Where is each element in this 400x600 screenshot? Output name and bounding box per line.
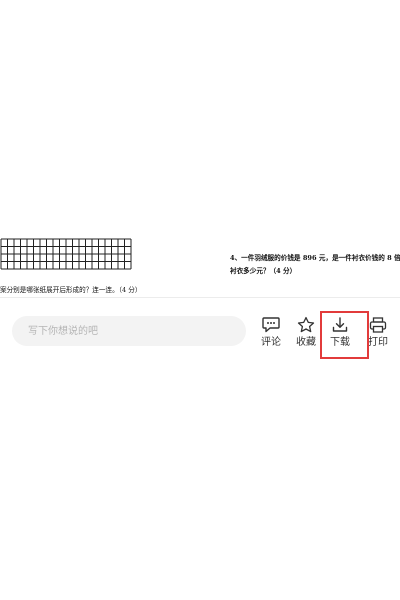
- printer-icon: [369, 317, 387, 333]
- document-preview[interactable]: 4、一件羽绒服的价钱是 896 元，是一件衬衣价钱的 8 倍， 衬衣多少元？（4…: [0, 0, 400, 300]
- bottom-action-bar: 评论 收藏 下载 打印: [0, 306, 400, 356]
- print-button[interactable]: 打印: [362, 316, 394, 350]
- print-label: 打印: [368, 337, 388, 348]
- favorite-button[interactable]: 收藏: [290, 316, 322, 350]
- download-icon: [332, 317, 348, 332]
- comment-button[interactable]: 评论: [255, 316, 287, 350]
- grid-figure: [0, 238, 132, 270]
- divider: [0, 297, 400, 298]
- comment-input[interactable]: [12, 316, 246, 346]
- blank-area: [0, 360, 400, 600]
- star-icon: [297, 316, 315, 333]
- question-4-text: 4、一件羽绒服的价钱是 896 元，是一件衬衣价钱的 8 倍，: [230, 254, 400, 262]
- download-label: 下载: [330, 337, 350, 348]
- comment-icon: [262, 317, 280, 333]
- matching-question-text: 案分别是哪张纸展开后形成的？连一连。（4 分）: [0, 286, 142, 294]
- favorite-label: 收藏: [296, 337, 316, 348]
- question-4-text-continued: 衬衣多少元？（4 分）: [230, 267, 297, 275]
- comment-label: 评论: [261, 337, 281, 348]
- download-button[interactable]: 下载: [324, 316, 356, 350]
